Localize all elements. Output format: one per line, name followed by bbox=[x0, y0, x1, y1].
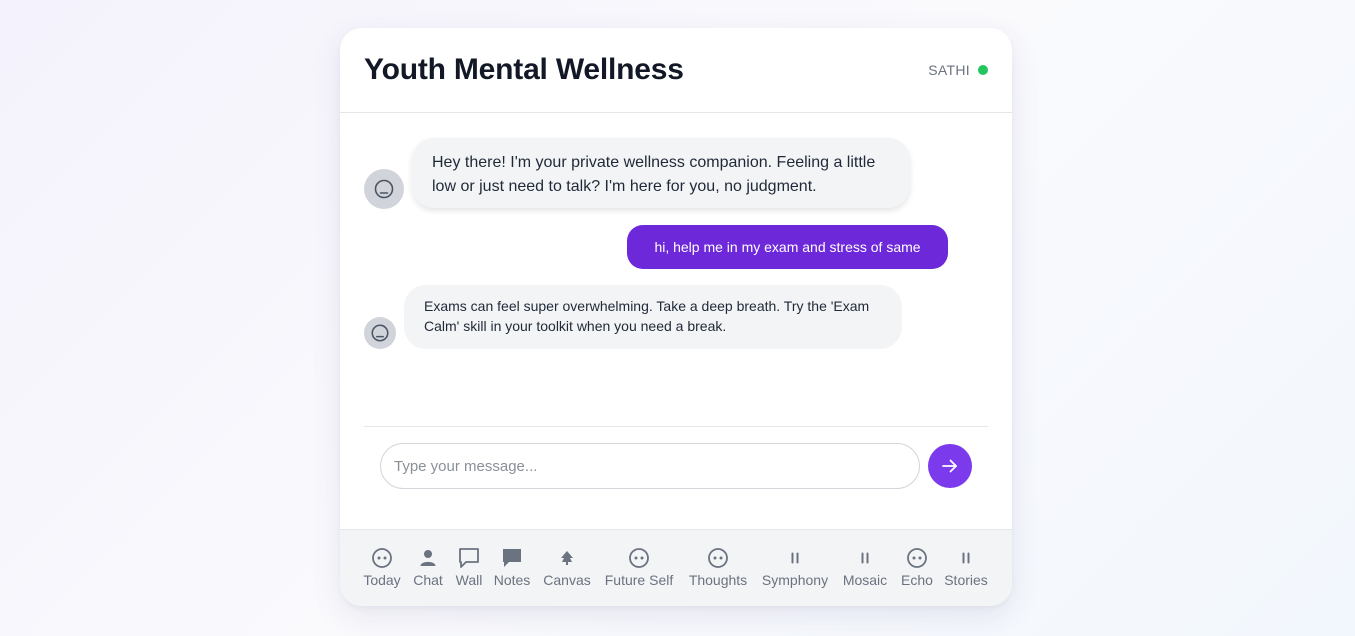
tree-icon bbox=[560, 550, 574, 566]
nav-label: Today bbox=[363, 572, 401, 588]
chat-card: Youth Mental Wellness SATHI Hey there! I… bbox=[340, 28, 1012, 606]
nav-item-canvas[interactable]: Canvas bbox=[542, 530, 592, 606]
nav-item-thoughts[interactable]: Thoughts bbox=[686, 530, 750, 606]
speech-bubble-outline-icon bbox=[457, 546, 481, 570]
companion-name: SATHI bbox=[928, 62, 970, 78]
person-icon bbox=[418, 548, 438, 568]
nav-item-chat[interactable]: Chat bbox=[410, 530, 446, 606]
nav-label: Stories bbox=[944, 572, 988, 588]
speech-bubble-filled-icon bbox=[500, 546, 524, 570]
nav-label: Chat bbox=[413, 572, 443, 588]
face-icon bbox=[707, 547, 729, 569]
nav-label: Symphony bbox=[761, 572, 829, 588]
message-input[interactable] bbox=[380, 443, 920, 489]
nav-label: Wall bbox=[455, 572, 483, 588]
nav-item-today[interactable]: Today bbox=[360, 530, 404, 606]
nav-label: Canvas bbox=[543, 572, 591, 588]
bot-face-icon bbox=[374, 179, 394, 199]
online-status-dot bbox=[978, 65, 988, 75]
nav-item-wall[interactable]: Wall bbox=[450, 530, 488, 606]
bottom-nav: Today Chat Wall Notes Canvas Future Self… bbox=[340, 529, 1012, 606]
page-title: Youth Mental Wellness bbox=[364, 53, 684, 86]
user-message: hi, help me in my exam and stress of sam… bbox=[627, 225, 948, 269]
nav-item-notes[interactable]: Notes bbox=[492, 530, 532, 606]
nav-item-stories[interactable]: Stories bbox=[942, 530, 990, 606]
send-button[interactable] bbox=[928, 444, 972, 488]
bot-message: Exams can feel super overwhelming. Take … bbox=[404, 285, 902, 349]
bot-avatar bbox=[364, 317, 396, 349]
face-icon bbox=[906, 547, 928, 569]
nav-label: Future Self bbox=[604, 572, 674, 588]
nav-label: Mosaic bbox=[842, 572, 888, 588]
nav-label: Thoughts bbox=[688, 572, 748, 588]
composer-divider bbox=[364, 426, 988, 427]
bot-avatar bbox=[364, 169, 404, 209]
pause-icon bbox=[861, 552, 869, 564]
nav-item-future-self[interactable]: Future Self bbox=[602, 530, 676, 606]
nav-item-mosaic[interactable]: Mosaic bbox=[840, 530, 890, 606]
face-icon bbox=[628, 547, 650, 569]
companion-status: SATHI bbox=[928, 62, 988, 78]
nav-label: Echo bbox=[901, 572, 933, 588]
pause-icon bbox=[791, 552, 799, 564]
nav-item-symphony[interactable]: Symphony bbox=[760, 530, 830, 606]
nav-item-echo[interactable]: Echo bbox=[898, 530, 936, 606]
pause-icon bbox=[962, 552, 970, 564]
chat-header: Youth Mental Wellness SATHI bbox=[340, 28, 1012, 113]
arrow-right-icon bbox=[942, 459, 957, 473]
bot-face-icon bbox=[371, 324, 389, 342]
face-icon bbox=[371, 547, 393, 569]
bot-message: Hey there! I'm your private wellness com… bbox=[412, 138, 910, 208]
nav-label: Notes bbox=[493, 572, 531, 588]
